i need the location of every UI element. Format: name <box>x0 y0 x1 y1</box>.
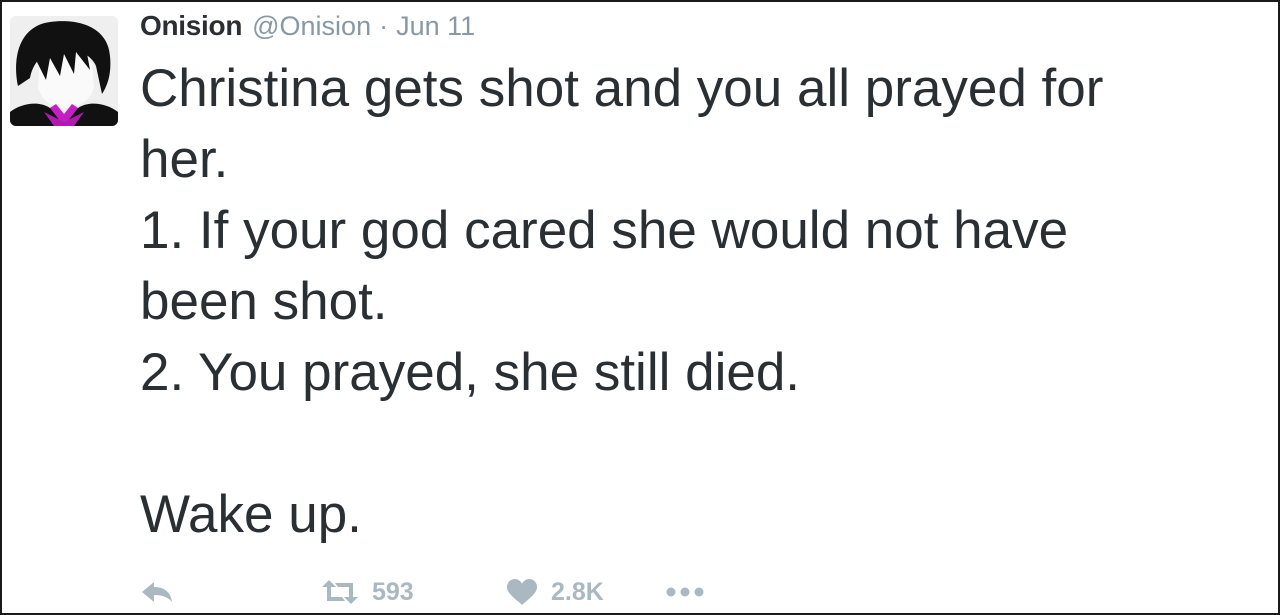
tweet-text-line <box>140 408 1260 479</box>
like-count: 2.8K <box>551 577 604 606</box>
heart-icon <box>505 578 539 606</box>
tweet-actions: 593 2.8K <box>140 572 705 612</box>
header-separator: · <box>379 11 389 41</box>
tweet-text: Christina gets shot and you all prayed f… <box>140 53 1260 550</box>
avatar[interactable] <box>10 16 118 126</box>
more-dots-icon <box>665 586 705 598</box>
more-button[interactable] <box>665 586 705 598</box>
user-handle[interactable]: @Onision <box>252 11 371 42</box>
display-name[interactable]: Onision <box>140 10 242 42</box>
avatar-image <box>10 16 118 126</box>
retweet-count: 593 <box>372 577 414 606</box>
tweet-text-line: her. <box>140 130 229 189</box>
tweet-text-line: 2. You prayed, she still died. <box>140 343 801 402</box>
retweet-icon <box>320 579 360 605</box>
tweet-text-line: Christina gets shot and you all prayed f… <box>140 59 1104 118</box>
tweet-date[interactable]: Jun 11 <box>396 11 475 42</box>
tweet-card: Onision @Onision · Jun 11 Christina gets… <box>0 0 1280 615</box>
tweet-header: Onision @Onision · Jun 11 <box>140 10 475 46</box>
tweet-text-line: been shot. <box>140 272 388 331</box>
tweet-text-line: 1. If your god cared she would not have <box>140 201 1069 260</box>
reply-icon <box>140 580 174 604</box>
tweet-text-line: Wake up. <box>140 485 362 544</box>
retweet-button[interactable]: 593 <box>320 578 505 607</box>
like-button[interactable]: 2.8K <box>505 578 665 607</box>
reply-button[interactable] <box>140 580 320 604</box>
